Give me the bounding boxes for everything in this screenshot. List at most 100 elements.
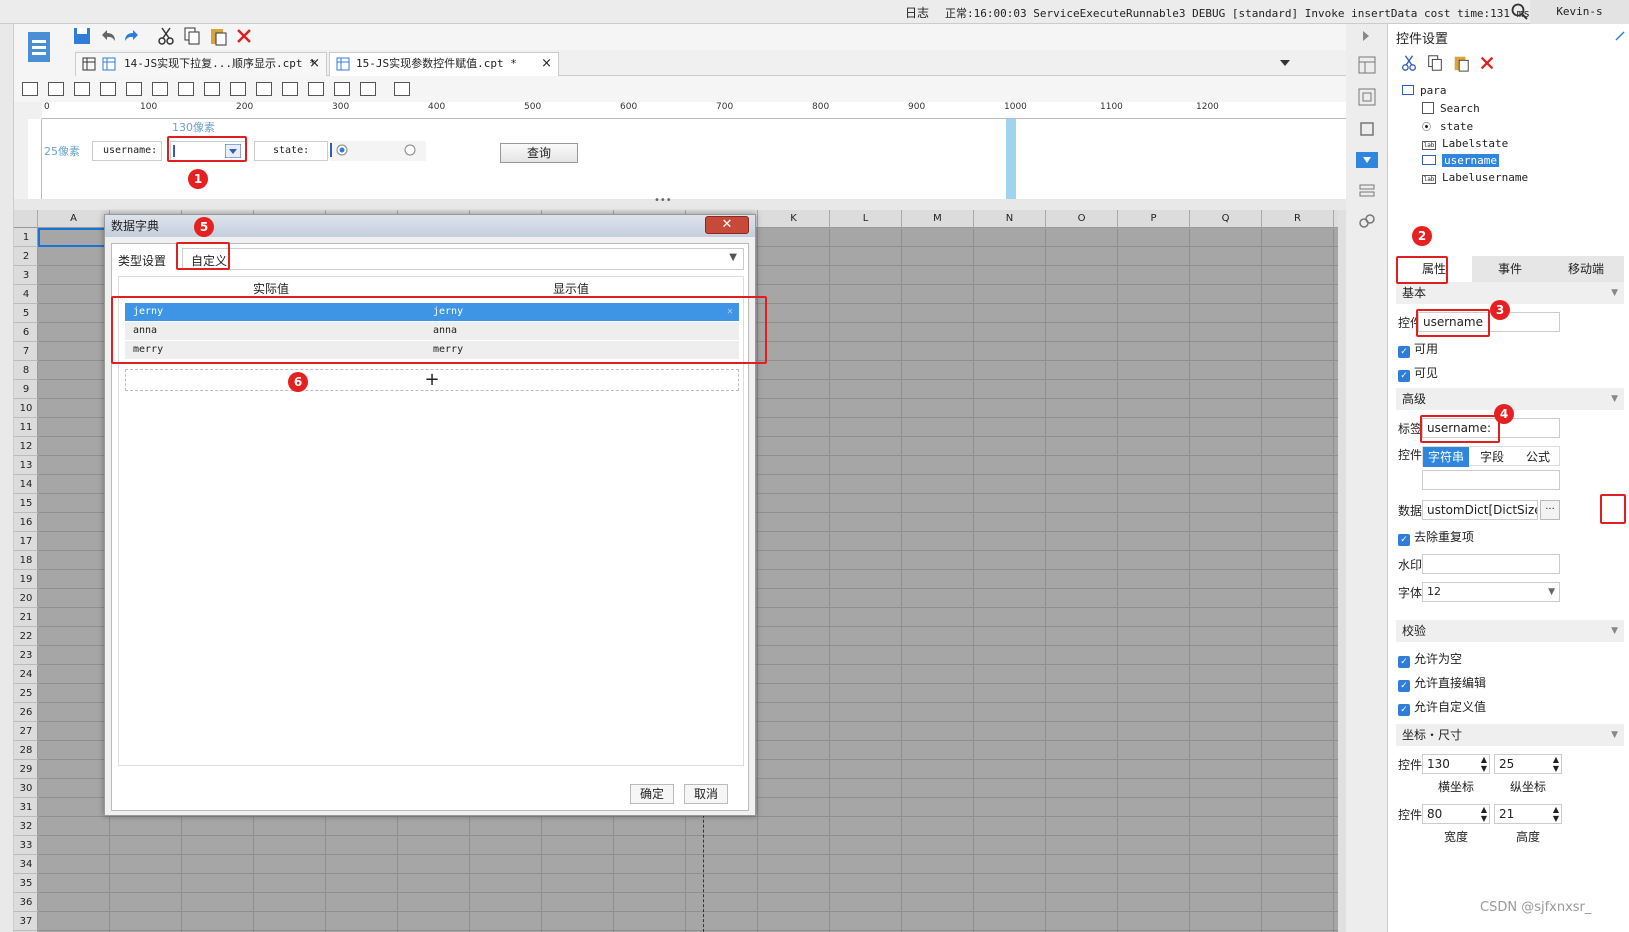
row-header[interactable]: 4 (14, 285, 38, 304)
row-header[interactable]: 6 (14, 323, 38, 342)
username-label-widget[interactable]: username: (92, 141, 162, 161)
row-header[interactable]: 21 (14, 608, 38, 627)
close-icon[interactable]: × (309, 53, 320, 75)
copy-icon[interactable] (1426, 54, 1444, 72)
delete-icon[interactable] (1478, 54, 1496, 72)
search-icon[interactable] (1510, 2, 1530, 22)
select-all-corner[interactable] (14, 210, 38, 228)
dict-value[interactable]: ustomDict[DictSize:3] (1422, 500, 1538, 520)
row-header[interactable]: 24 (14, 665, 38, 684)
row-header[interactable]: 34 (14, 855, 38, 874)
password-widget-icon[interactable] (308, 82, 324, 96)
row-header[interactable]: 25 (14, 684, 38, 703)
row-header[interactable]: 16 (14, 513, 38, 532)
allow-custom-checkbox[interactable]: ✓ 允许自定义值 (1398, 698, 1486, 716)
row-header[interactable]: 3 (14, 266, 38, 285)
spin-arrows-icon[interactable]: ▲ ▼ (1481, 755, 1487, 773)
row-header[interactable]: 32 (14, 817, 38, 836)
row-header[interactable]: 14 (14, 475, 38, 494)
undo-icon[interactable] (98, 26, 118, 46)
row-header[interactable]: 31 (14, 798, 38, 817)
row-header[interactable]: 1 (14, 228, 38, 247)
section-position[interactable]: 坐标・尺寸 ▼ (1396, 724, 1624, 746)
widget-settings-icon[interactable] (1356, 152, 1378, 168)
copy-icon[interactable] (182, 26, 202, 46)
collapse-icon[interactable] (1360, 30, 1372, 42)
tree-node-labelusername[interactable]: lab Labelusername (1422, 171, 1528, 184)
cut-icon[interactable] (156, 26, 176, 46)
label-widget-icon[interactable] (22, 82, 38, 96)
row-header[interactable]: 23 (14, 646, 38, 665)
textarea-widget-icon[interactable] (282, 82, 298, 96)
chevron-down-icon[interactable]: ▼ (1611, 620, 1618, 642)
width-input[interactable]: 80 ▲ ▼ (1422, 804, 1490, 824)
pos-x-input[interactable]: 130 ▲ ▼ (1422, 754, 1490, 774)
row-header[interactable]: 5 (14, 304, 38, 323)
tab-events[interactable]: 事件 (1472, 256, 1548, 282)
delete-icon[interactable] (234, 26, 254, 46)
row-header[interactable]: 13 (14, 456, 38, 475)
allow-empty-checkbox[interactable]: ✓ 允许为空 (1398, 650, 1462, 668)
cancel-button[interactable]: 取消 (684, 784, 728, 804)
mode-formula[interactable]: 公式 (1515, 447, 1561, 467)
tab-mobile[interactable]: 移动端 (1548, 256, 1624, 282)
chevron-down-icon[interactable]: ▼ (1611, 724, 1618, 746)
list-icon[interactable] (1358, 182, 1376, 200)
row-header[interactable]: 20 (14, 589, 38, 608)
number-widget-icon[interactable] (178, 82, 194, 96)
enabled-checkbox[interactable]: ✓ 可用 (1398, 340, 1438, 358)
spin-arrows-icon[interactable]: ▲ ▼ (1553, 755, 1559, 773)
splitter[interactable]: ••• (14, 195, 1346, 210)
row-header[interactable]: 35 (14, 874, 38, 893)
chevron-down-icon[interactable]: ▼ (729, 252, 737, 263)
column-header[interactable]: P (1118, 210, 1190, 228)
radio-widget-icon[interactable] (230, 82, 246, 96)
type-select[interactable]: 自定义 ▼ (182, 248, 744, 270)
redo-icon[interactable] (122, 26, 142, 46)
row-header[interactable]: 19 (14, 570, 38, 589)
row-header[interactable]: 10 (14, 399, 38, 418)
row-header[interactable]: 26 (14, 703, 38, 722)
row-header[interactable]: 27 (14, 722, 38, 741)
button-widget-icon[interactable] (74, 82, 90, 96)
radio-checked-icon[interactable] (336, 144, 348, 156)
form-widget-icon[interactable] (126, 82, 142, 96)
row-header[interactable]: 7 (14, 342, 38, 361)
section-basic[interactable]: 基本 ▼ (1396, 282, 1624, 304)
row-header[interactable]: 33 (14, 836, 38, 855)
text-widget-icon[interactable] (48, 82, 64, 96)
add-row-button[interactable]: + (125, 369, 739, 391)
vertical-scrollbar[interactable] (1338, 210, 1346, 932)
pos-y-input[interactable]: 25 ▲ ▼ (1494, 754, 1562, 774)
link-icon[interactable] (1358, 212, 1376, 230)
tab-file-14[interactable]: 14-JS实现下拉复...顺序显示.cpt * × (75, 52, 327, 76)
query-button[interactable]: 查询 (500, 143, 578, 163)
save-icon[interactable] (72, 26, 92, 46)
cut-icon[interactable] (1400, 54, 1418, 72)
spin-arrows-icon[interactable]: ▲ ▼ (1553, 805, 1559, 823)
log-label[interactable]: 日志 (905, 4, 929, 21)
checkgroup-widget-icon[interactable] (334, 82, 350, 96)
tree-node-labelstate[interactable]: lab Labelstate (1422, 137, 1508, 150)
state-radio-group[interactable] (330, 141, 426, 161)
height-input[interactable]: 21 ▲ ▼ (1494, 804, 1562, 824)
template-icon[interactable] (26, 30, 52, 64)
paste-icon[interactable] (1452, 54, 1470, 72)
state-label-widget[interactable]: state: (254, 141, 328, 161)
tree-node-state[interactable]: ⦿ state (1422, 120, 1473, 133)
user-name[interactable]: Kevin-s (1530, 0, 1629, 24)
layout-icon[interactable] (1358, 56, 1376, 74)
spin-arrows-icon[interactable]: ▲ ▼ (1481, 805, 1487, 823)
cell-attr-icon[interactable] (1358, 88, 1376, 106)
tab-file-15[interactable]: 15-JS实现参数控件赋值.cpt * × (329, 52, 559, 76)
dedupe-checkbox[interactable]: ✓ 去除重复项 (1398, 528, 1474, 546)
row-header[interactable]: 15 (14, 494, 38, 513)
row-header[interactable]: 8 (14, 361, 38, 380)
row-header[interactable]: 2 (14, 247, 38, 266)
more-widget-icon[interactable] (394, 82, 410, 96)
column-header[interactable]: L (830, 210, 902, 228)
tree-node-username[interactable]: username (1422, 154, 1499, 167)
ok-button[interactable]: 确定 (630, 784, 674, 804)
date-widget-icon[interactable] (152, 82, 168, 96)
tree-node-search[interactable]: Search (1422, 102, 1480, 115)
